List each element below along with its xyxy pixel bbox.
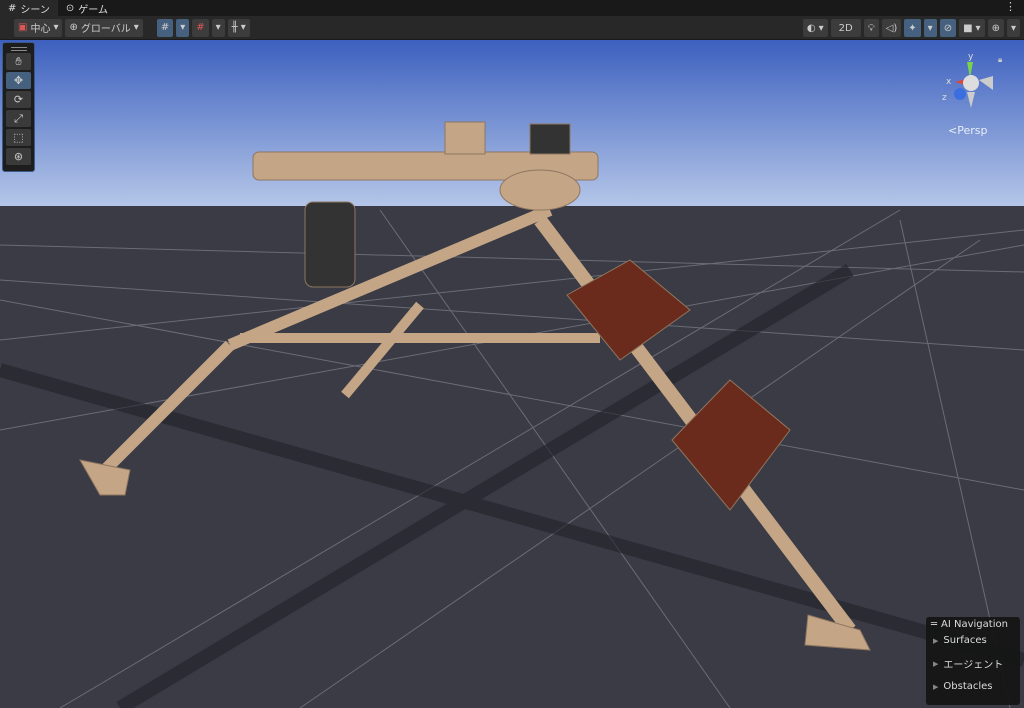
align-button[interactable]: ╫ ▾ [227, 18, 250, 37]
view-options: ◐ ▾ 2D 💡︎ ◁) ✦ ▾ ⊘ ■ ▾ ⊕ ▾ [802, 19, 1020, 37]
rect-icon: ⬚ [13, 131, 24, 144]
2d-toggle[interactable]: 2D [830, 19, 861, 37]
projection-toggle[interactable]: <Persp [948, 124, 987, 137]
tab-game[interactable]: ⊙ ゲーム [58, 0, 116, 16]
globe-icon: ⊕ [69, 22, 78, 33]
scene-render [0, 40, 1024, 708]
expand-icon: ▶ [933, 636, 939, 645]
ground [0, 206, 1024, 708]
axis-x-label: x [946, 77, 952, 87]
rotate-icon: ⟳ [13, 93, 24, 106]
nav-item-agents[interactable]: ▶ エージェント [933, 656, 1015, 672]
hand-tool[interactable]: ✋︎ [6, 53, 31, 70]
rotate-tool[interactable]: ⟳ [6, 91, 31, 108]
gamepad-icon: ⊙ [65, 2, 75, 14]
draw-mode-dropdown[interactable]: ◐ ▾ [802, 19, 828, 37]
audio-toggle[interactable]: ◁) [881, 19, 902, 37]
tab-scene[interactable]: # シーン [0, 0, 58, 16]
space-dropdown[interactable]: ⊕ グローバル ▾ [65, 18, 143, 37]
grid-snap-button[interactable]: # [156, 18, 174, 37]
axis-z-label: z [942, 93, 947, 103]
bulb-icon: 💡︎ [867, 22, 875, 34]
drag-handle[interactable] [10, 47, 27, 51]
grid-icon: # [160, 22, 170, 33]
effects-toggle[interactable]: ✦ [904, 19, 921, 37]
projection-label: Persp [957, 124, 988, 137]
grid-snap-dropdown[interactable]: ▾ [176, 18, 190, 37]
effects-icon: ✦ [908, 22, 917, 34]
gizmos-button[interactable]: ⊕ [987, 19, 1004, 37]
effects-dropdown[interactable]: ▾ [923, 19, 937, 37]
grid-icon: # [8, 2, 17, 14]
gizmo-icon: ⊕ [991, 22, 1000, 34]
nav-item-surfaces[interactable]: ▶ Surfaces [933, 635, 1015, 646]
scale-icon: ⤢ [14, 112, 23, 125]
increment-snap-dropdown[interactable]: ▾ [211, 18, 225, 37]
drag-handle-icon[interactable]: ═ [931, 619, 937, 630]
align-icon: ╫ [231, 22, 238, 33]
eye-slash-icon: ⊘ [943, 22, 953, 34]
expand-icon: ▶ [933, 659, 939, 668]
more-menu-icon[interactable]: ⋮ [1005, 0, 1016, 13]
pivot-icon: ▣ [18, 22, 28, 33]
audio-icon: ◁) [885, 22, 898, 34]
snap-icon: # [196, 22, 205, 33]
overlay-title: AI Navigation [941, 619, 1008, 630]
scale-tool[interactable]: ⤢ [6, 110, 31, 127]
expand-icon: ▶ [933, 682, 939, 691]
shading-icon: ◐ [806, 22, 816, 34]
visibility-toggle[interactable]: ⊘ [939, 19, 957, 37]
scene-viewport[interactable] [0, 40, 1024, 708]
rect-tool[interactable]: ⬚ [6, 129, 31, 146]
lighting-toggle[interactable]: 💡︎ [863, 19, 879, 37]
move-icon: ✥ [13, 74, 24, 87]
tab-bar: # シーン ⊙ ゲーム ⋮ [0, 0, 1024, 16]
axis-y-label: y [968, 52, 974, 62]
camera-icon: ■ [963, 22, 973, 34]
pivot-dropdown[interactable]: ▣ 中心 ▾ [14, 18, 63, 37]
increment-snap-button[interactable]: # [192, 18, 209, 37]
ai-navigation-overlay: ═ AI Navigation ▶ Surfaces ▶ エージェント ▶ Obstac… [926, 617, 1020, 705]
lock-icon[interactable]: 🔒︎ [998, 55, 1002, 64]
nav-item-obstacles[interactable]: ▶ Obstacles [933, 681, 1015, 692]
hand-icon: ✋︎ [15, 55, 22, 68]
transform-icon: ⊛ [13, 150, 24, 163]
transform-tool[interactable]: ⊛ [6, 148, 31, 165]
gizmos-dropdown[interactable]: ▾ [1006, 19, 1020, 37]
camera-dropdown[interactable]: ■ ▾ [959, 19, 985, 37]
tools-overlay: ✋︎ ✥ ⟳ ⤢ ⬚ ⊛ [2, 42, 35, 172]
move-tool[interactable]: ✥ [6, 72, 31, 89]
